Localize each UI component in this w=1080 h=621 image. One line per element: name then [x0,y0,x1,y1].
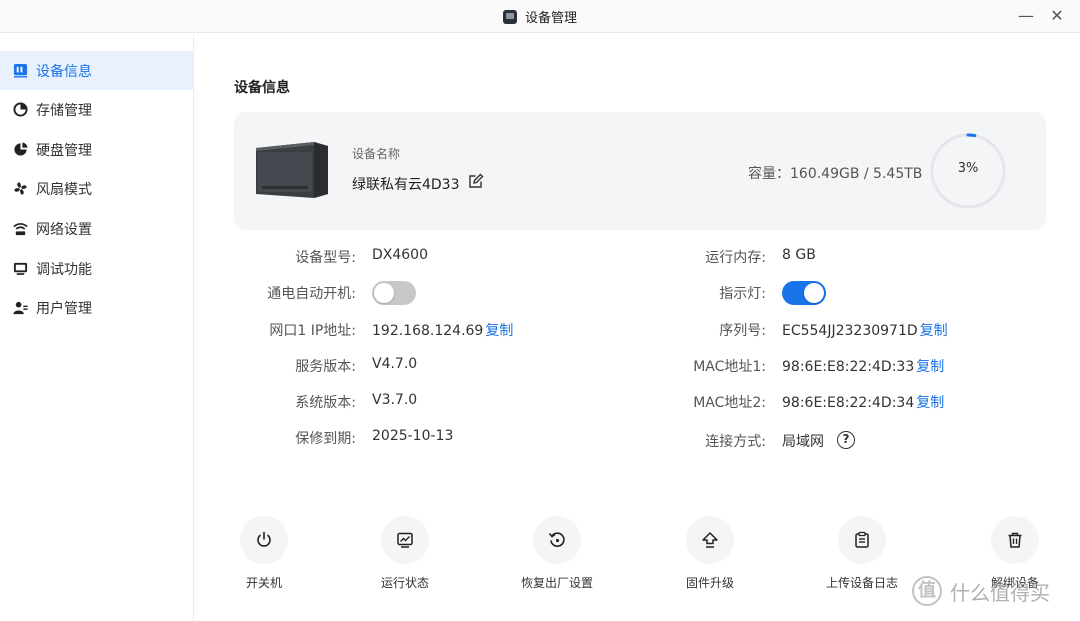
mac1-row: 98:6E:E8:22:4D:33 复制 [782,356,944,376]
upgrade-icon [686,516,734,564]
action-label: 运行状态 [380,576,429,590]
sidebar-item-users[interactable]: 用户管理 [0,288,193,327]
fan-icon [12,181,28,197]
close-button[interactable]: ✕ [1047,6,1067,26]
copy-serial-link[interactable]: 复制 [920,323,948,339]
mac2-value: 98:6E:E8:22:4D:34 [782,395,915,411]
sidebar: 设备信息 存储管理 硬盘管理 风扇模式 网络设置 调试功能 用户管理 [0,34,194,621]
device-info-icon [12,63,28,79]
ip-address-row: 192.168.124.69 复制 [372,320,513,340]
serial-number-row: EC554JJ23230971D 复制 [782,320,948,340]
model-label: 设备型号: [295,250,356,266]
copy-mac1-link[interactable]: 复制 [916,359,944,375]
toggle-knob [374,283,394,303]
warranty-label: 保修到期: [295,431,356,447]
edit-icon[interactable] [468,173,484,189]
sidebar-item-label: 调试功能 [36,261,92,278]
sidebar-item-label: 设备信息 [36,63,92,80]
service-version-value: V4.7.0 [372,356,418,372]
debug-icon [12,261,28,277]
section-title: 设备信息 [234,80,290,96]
storage-pie-icon [12,102,28,118]
copy-ip-link[interactable]: 复制 [485,323,513,339]
connection-label: 连接方式: [705,434,766,450]
memory-label: 运行内存: [705,250,766,266]
action-label: 上传设备日志 [825,576,898,590]
mac1-value: 98:6E:E8:22:4D:33 [782,359,915,375]
users-icon [12,300,28,316]
ip-address-value: 192.168.124.69 [372,323,484,339]
watermark-text: 什么值得买 [950,580,1050,605]
ip-address-label: 网口1 IP地址: [269,323,356,339]
factory-reset-icon [533,516,581,564]
nas-device-image [256,142,328,198]
memory-value: 8 GB [782,247,816,263]
app-icon [502,10,517,24]
trash-icon [991,516,1039,564]
sidebar-item-fan[interactable]: 风扇模式 [0,169,193,208]
connection-value: 局域网 [782,434,824,450]
action-label: 恢复出厂设置 [520,576,593,590]
indicator-light-label: 指示灯: [719,286,766,302]
sidebar-item-label: 风扇模式 [36,181,92,198]
sidebar-item-label: 用户管理 [36,300,92,317]
main-panel: 设备信息 设备名称 绿联私有云4D33 容量：160.49GB / 5.45TB… [194,34,1080,621]
window-title: 设备管理 [0,7,1080,26]
sidebar-item-debug[interactable]: 调试功能 [0,249,193,288]
system-version-value: V3.7.0 [372,392,418,408]
power-icon [240,516,288,564]
serial-number-value: EC554JJ23230971D [782,323,918,339]
auto-power-on-toggle[interactable] [372,281,416,305]
usage-percent: 3% [957,161,979,176]
window-title-text: 设备管理 [524,11,577,26]
auto-power-on-label: 通电自动开机: [267,286,356,302]
help-icon[interactable]: ? [837,431,855,449]
sidebar-item-label: 网络设置 [36,221,92,238]
sidebar-item-device-info[interactable]: 设备信息 [0,51,193,90]
mac1-label: MAC地址1: [693,359,766,375]
sidebar-item-label: 存储管理 [36,102,92,119]
sidebar-item-label: 硬盘管理 [36,142,92,159]
device-card: 设备名称 绿联私有云4D33 容量：160.49GB / 5.45TB 3% [234,112,1046,230]
factory-reset-button[interactable]: 恢复出厂设置 [507,516,607,596]
mac2-label: MAC地址2: [693,395,766,411]
warranty-value: 2025-10-13 [372,428,454,444]
action-label: 固件升级 [685,576,734,590]
device-name-label: 设备名称 [352,147,401,161]
action-label: 开关机 [245,576,282,590]
capacity-text: 容量：160.49GB / 5.45TB [748,166,923,182]
upload-log-icon [838,516,886,564]
watermark-logo-icon: 值 [912,576,942,606]
device-name-value: 绿联私有云4D33 [352,177,460,193]
sidebar-item-disk[interactable]: 硬盘管理 [0,130,193,169]
mac2-row: 98:6E:E8:22:4D:34 复制 [782,392,944,412]
upload-log-button[interactable]: 上传设备日志 [812,516,912,596]
watermark: 值 什么值得买 [912,576,1050,606]
service-version-label: 服务版本: [295,359,356,375]
copy-mac2-link[interactable]: 复制 [916,395,944,411]
system-version-label: 系统版本: [295,395,356,411]
serial-number-label: 序列号: [719,323,766,339]
indicator-light-toggle[interactable] [782,281,826,305]
sidebar-item-network[interactable]: 网络设置 [0,209,193,248]
toggle-knob [804,283,824,303]
network-icon [12,221,28,237]
firmware-upgrade-button[interactable]: 固件升级 [660,516,760,596]
model-value: DX4600 [372,247,428,263]
running-status-button[interactable]: 运行状态 [355,516,455,596]
sidebar-item-storage[interactable]: 存储管理 [0,90,193,129]
power-button[interactable]: 开关机 [214,516,314,596]
monitor-status-icon [381,516,429,564]
title-bar: 设备管理 — ✕ [0,0,1080,33]
minimize-button[interactable]: — [1016,6,1036,26]
disk-icon [12,142,28,158]
